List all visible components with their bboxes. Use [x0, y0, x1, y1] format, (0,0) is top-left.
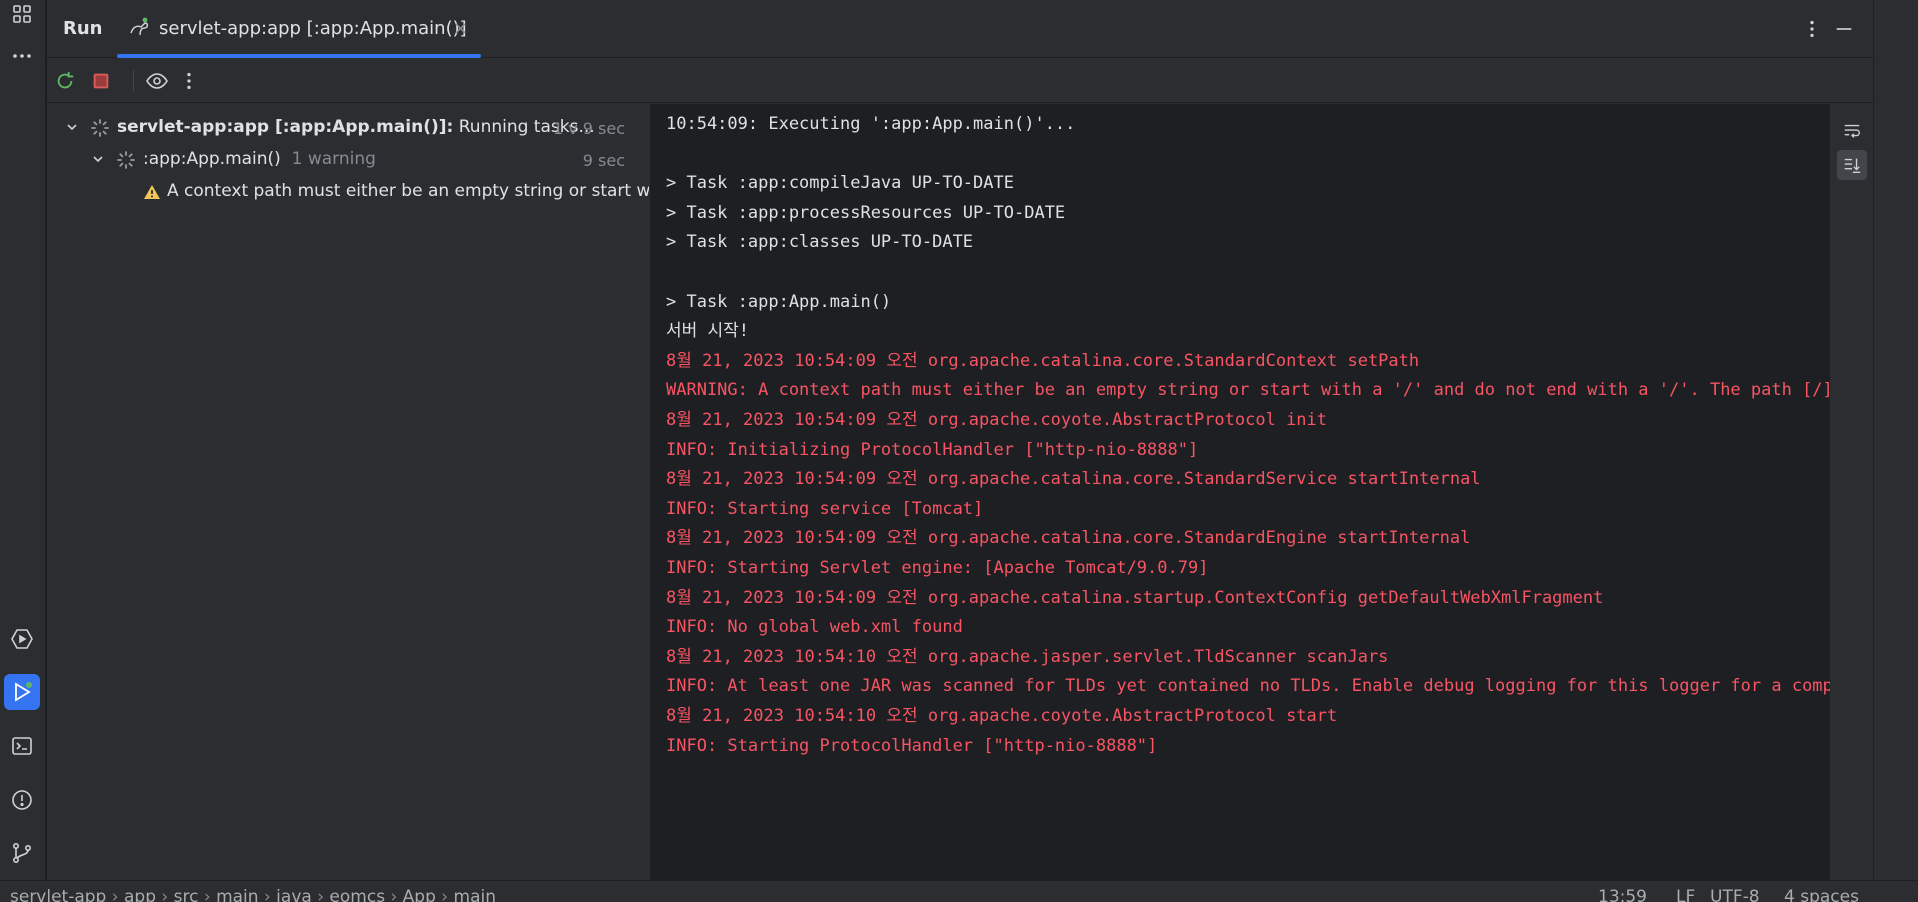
run-icon[interactable]: [4, 674, 40, 710]
console-line: > Task :app:classes UP-TO-DATE: [666, 232, 974, 253]
breadcrumb-separator: ›: [317, 887, 325, 902]
chevron-down-icon[interactable]: [65, 120, 79, 134]
warning-count-badge: 1 warning: [291, 149, 376, 169]
console-line: 8월 21, 2023 10:54:09 오전 org.apache.catal…: [666, 528, 1471, 549]
file-encoding[interactable]: UTF-8: [1710, 887, 1760, 902]
breadcrumb: servlet-app › app › src › main › java › …: [10, 887, 496, 902]
indent-setting[interactable]: 4 spaces: [1784, 887, 1859, 902]
console-line: > Task :app:processResources UP-TO-DATE: [666, 202, 1066, 223]
console-line: 서버 시작!: [666, 321, 750, 342]
close-icon[interactable]: ×: [453, 18, 468, 39]
console-line: INFO: Starting Servlet engine: [Apache T…: [666, 558, 1209, 578]
child-task-time: 9 sec: [582, 151, 625, 170]
structure-icon[interactable]: [4, 0, 40, 32]
breadcrumb-item[interactable]: servlet-app: [10, 887, 106, 902]
console-line: INFO: Starting service [Tomcat]: [666, 498, 984, 519]
options-icon[interactable]: [1799, 16, 1825, 42]
services-icon[interactable]: [4, 621, 40, 657]
chevron-down-icon[interactable]: [91, 152, 105, 166]
breadcrumb-separator: ›: [161, 887, 169, 902]
run-tool-window: Run servlet-app:app [:app:App.main()] ×: [47, 0, 1873, 880]
problems-icon[interactable]: [4, 782, 40, 818]
console-line: 10:54:09: Executing ':app:App.main()'...: [666, 114, 1076, 134]
console-side-toolbar: [1830, 104, 1873, 880]
console-line: 8월 21, 2023 10:54:10 오전 org.apache.jaspe…: [666, 646, 1389, 667]
breadcrumb-separator: ›: [111, 887, 119, 902]
caret-position[interactable]: 13:59: [1598, 887, 1647, 902]
tab-title: servlet-app:app [:app:App.main()]: [159, 18, 467, 39]
spinner-icon: [117, 151, 135, 169]
gradle-icon: [130, 17, 149, 36]
console-line: 8월 21, 2023 10:54:10 오전 org.apache.coyot…: [666, 706, 1338, 726]
warning-message: A context path must either be an empty s…: [167, 181, 649, 201]
minimize-icon[interactable]: [1831, 16, 1857, 42]
console-line: > Task :app:App.main(): [666, 291, 892, 312]
console-line: WARNING: A context path must either be a…: [666, 380, 1830, 401]
breadcrumb-item[interactable]: eomcs: [329, 887, 385, 902]
root-task-time: 1 v 9 sec: [552, 119, 625, 138]
tool-window-header: Run servlet-app:app [:app:App.main()] ×: [47, 0, 1873, 58]
tree-row-root[interactable]: servlet-app:app [:app:App.main()]: Runni…: [47, 112, 649, 142]
console-line: INFO: Initializing ProtocolHandler ["htt…: [666, 439, 1199, 460]
tab-selected-indicator: [117, 54, 481, 58]
breadcrumb-separator: ›: [203, 887, 211, 902]
tree-row-child[interactable]: :app:App.main() 1 warning 9 sec: [47, 144, 649, 174]
breadcrumb-separator: ›: [263, 887, 271, 902]
scroll-to-end-icon[interactable]: [1837, 150, 1867, 180]
terminal-icon[interactable]: [4, 728, 40, 764]
tool-window-title: Run: [63, 18, 103, 39]
spinner-icon: [91, 119, 109, 137]
console-output[interactable]: 10:54:09: Executing ':app:App.main()'...…: [650, 104, 1830, 880]
more-icon[interactable]: [4, 38, 40, 74]
run-toolbar: [47, 59, 1873, 103]
stop-icon[interactable]: [87, 67, 115, 95]
left-toolbar: [0, 0, 46, 880]
tree-row-warning[interactable]: A context path must either be an empty s…: [47, 176, 649, 206]
status-bar: servlet-app › app › src › main › java › …: [0, 880, 1918, 902]
console-line: > Task :app:compileJava UP-TO-DATE: [666, 173, 1014, 194]
soft-wrap-icon[interactable]: [1837, 116, 1867, 146]
rerun-icon[interactable]: [51, 67, 79, 95]
breadcrumb-separator: ›: [390, 887, 398, 902]
more-vertical-icon[interactable]: [175, 67, 203, 95]
line-separator[interactable]: LF: [1676, 887, 1695, 902]
console-line: INFO: No global web.xml found: [666, 617, 963, 638]
breadcrumb-item[interactable]: main: [454, 887, 496, 902]
console-line: 8월 21, 2023 10:54:09 오전 org.apache.catal…: [666, 469, 1481, 490]
breadcrumb-item[interactable]: App: [403, 887, 436, 902]
breadcrumb-item[interactable]: java: [276, 887, 312, 902]
console-line: INFO: At least one JAR was scanned for T…: [666, 676, 1830, 697]
breadcrumb-item[interactable]: src: [174, 887, 199, 902]
eye-icon[interactable]: [143, 67, 171, 95]
run-tree: servlet-app:app [:app:App.main()]: Runni…: [47, 104, 649, 880]
console-line: 8월 21, 2023 10:54:09 오전 org.apache.catal…: [666, 350, 1420, 371]
git-icon[interactable]: [4, 835, 40, 871]
console-line: 8월 21, 2023 10:54:09 오전 org.apache.catal…: [666, 587, 1604, 608]
console-line: 8월 21, 2023 10:54:09 오전 org.apache.coyot…: [666, 410, 1328, 430]
warning-icon: [144, 185, 160, 199]
child-task-name: :app:App.main(): [143, 149, 281, 169]
root-task-name: servlet-app:app [:app:App.main()]:: [117, 117, 454, 137]
breadcrumb-separator: ›: [441, 887, 449, 902]
toolbar-separator: [133, 70, 134, 92]
breadcrumb-item[interactable]: app: [124, 887, 156, 902]
tab-run-configuration[interactable]: servlet-app:app [:app:App.main()] ×: [117, 0, 481, 58]
breadcrumb-item[interactable]: main: [216, 887, 258, 902]
right-toolbar: [1873, 0, 1918, 880]
console-line: INFO: Starting ProtocolHandler ["http-ni…: [666, 735, 1158, 756]
